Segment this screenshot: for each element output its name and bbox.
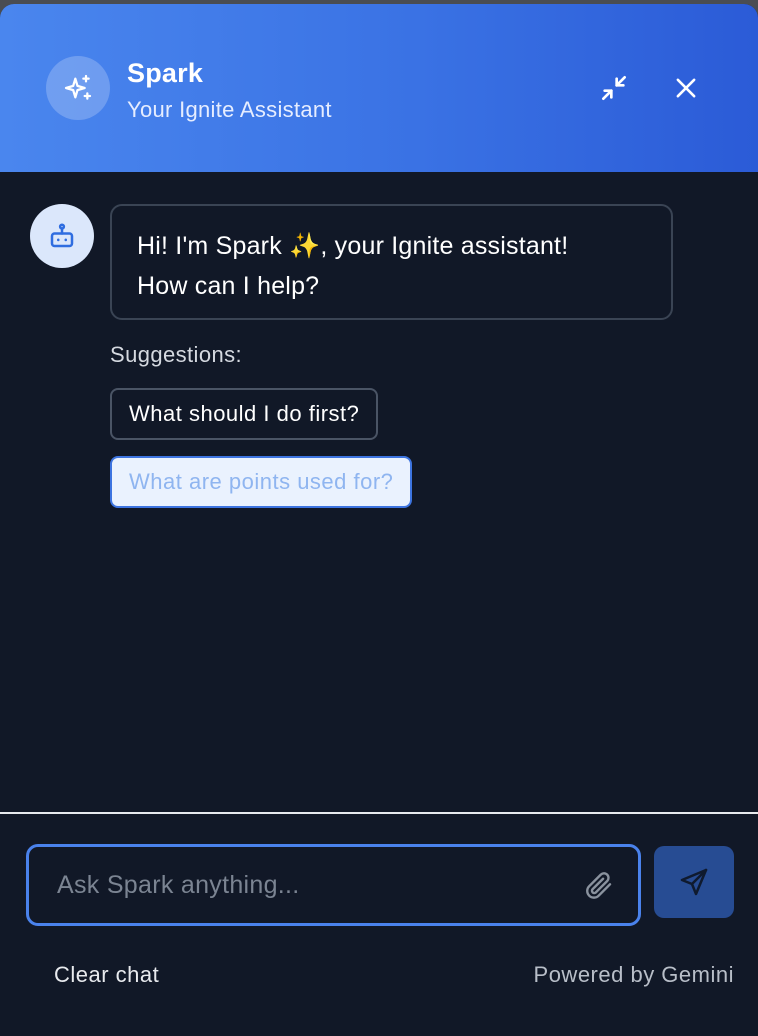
send-button[interactable] [654,846,734,918]
assistant-name: Spark [127,58,204,88]
close-button[interactable] [666,68,706,108]
minimize-button[interactable] [594,68,634,108]
message-input[interactable] [29,847,569,923]
powered-by-label: Powered by Gemini [533,962,734,987]
send-icon [680,868,708,896]
assistant-avatar [46,56,110,120]
bot-message-line: Hi! I'm Spark ✨, your Ignite assistant! [137,232,569,260]
suggestion-chip[interactable]: What should I do first? [110,388,379,440]
bot-message-line: How can I help? [137,272,320,300]
attach-button[interactable] [579,866,617,904]
message-input-wrapper [26,844,641,926]
chat-window: Spark Your Ignite Assistant Hi! I'm Spar… [0,4,758,1036]
bot-avatar [30,204,94,268]
bot-message-bubble: Hi! I'm Spark ✨, your Ignite assistant! … [110,204,673,320]
clear-chat-button[interactable]: Clear chat [54,962,159,988]
assistant-subtitle: Your Ignite Assistant [127,97,332,122]
composer-divider [0,812,758,814]
suggestion-chip[interactable]: What are points used for? [110,456,413,508]
suggestions-label: Suggestions: [110,342,242,367]
paperclip-icon [586,872,612,899]
minimize-icon [602,76,626,100]
sparkles-icon [64,74,92,100]
chat-header: Spark Your Ignite Assistant [0,4,758,172]
message-list[interactable]: Hi! I'm Spark ✨, your Ignite assistant! … [0,172,758,813]
robot-icon [50,223,74,248]
close-icon [676,78,696,98]
